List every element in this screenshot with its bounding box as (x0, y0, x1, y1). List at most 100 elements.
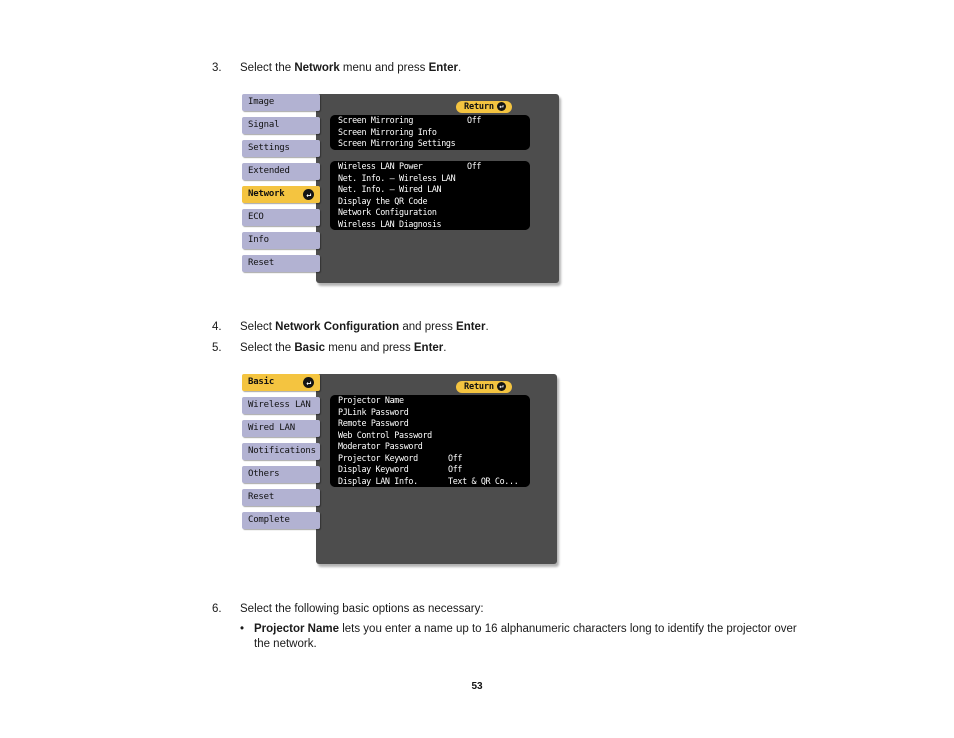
menu-item-label: PJLink Password (338, 406, 409, 417)
menu-item-projector-name[interactable]: Projector Name (330, 395, 530, 407)
return-button[interactable]: Return ↵ (456, 381, 512, 393)
menu-item-wireless-lan-diagnosis[interactable]: Wireless LAN Diagnosis (330, 218, 530, 230)
basic-menu-tab-list: Basic ↵ Wireless LAN Wired LAN Notificat… (242, 374, 320, 535)
tab-info[interactable]: Info (242, 232, 320, 249)
tab-complete[interactable]: Complete (242, 512, 320, 529)
menu-item-pjlink-password[interactable]: PJLink Password (330, 406, 530, 418)
return-button-label: Return (464, 382, 494, 392)
step-4-text: Select Network Configuration and press E… (240, 319, 662, 335)
enter-icon: ↵ (496, 382, 506, 391)
step-4-mid: and press (399, 321, 457, 333)
menu-item-label: Projector Keyword (338, 452, 418, 463)
menu-item-display-the-qr-code[interactable]: Display the QR Code (330, 195, 530, 207)
menu-item-value: Text & QR Co... (448, 475, 519, 486)
menu-item-label: Screen Mirroring Info (338, 126, 437, 137)
tab-eco[interactable]: ECO (242, 209, 320, 226)
menu-item-projector-keyword[interactable]: Projector Keyword Off (330, 452, 530, 464)
menu-item-label: Net. Info. – Wireless LAN (338, 172, 456, 183)
menu-item-label: Wireless LAN Power (338, 161, 423, 171)
tab-signal[interactable]: Signal (242, 117, 320, 134)
tab-reset-label: Reset (248, 258, 275, 268)
tab-network[interactable]: Network ↵ (242, 186, 320, 203)
tab-eco-label: ECO (248, 212, 264, 222)
return-button[interactable]: Return ↵ (456, 101, 512, 113)
menu-item-display-keyword[interactable]: Display Keyword Off (330, 464, 530, 476)
step-5-prefix: Select the (240, 342, 295, 354)
menu-item-moderator-password[interactable]: Moderator Password (330, 441, 530, 453)
tab-reset[interactable]: Reset (242, 255, 320, 272)
tab-wired-lan-label: Wired LAN (248, 423, 295, 433)
step-3-number: 3. (212, 62, 222, 74)
tab-wireless-lan[interactable]: Wireless LAN (242, 397, 320, 414)
tab-settings-label: Settings (248, 143, 290, 153)
step-3-mid: menu and press (339, 62, 429, 74)
tab-image-label: Image (248, 97, 275, 107)
menu-item-label: Projector Name (338, 395, 404, 405)
menu-item-web-control-password[interactable]: Web Control Password (330, 429, 530, 441)
tab-basic[interactable]: Basic ↵ (242, 374, 320, 391)
menu-item-screen-mirroring[interactable]: Screen Mirroring Off (330, 115, 530, 127)
menu-item-screen-mirroring-info[interactable]: Screen Mirroring Info (330, 126, 530, 138)
step-4-prefix: Select (240, 321, 276, 333)
tab-image[interactable]: Image (242, 94, 320, 111)
basic-menu-group-1: Projector Name PJLink Password Remote Pa… (330, 395, 530, 487)
tab-others-label: Others (248, 469, 280, 479)
tab-wired-lan[interactable]: Wired LAN (242, 420, 320, 437)
menu-item-label: Screen Mirroring Settings (338, 138, 456, 148)
menu-item-label: Network Configuration (338, 207, 437, 217)
menu-item-value: Off (467, 161, 482, 171)
menu-item-screen-mirroring-settings[interactable]: Screen Mirroring Settings (330, 138, 530, 150)
step-5-number: 5. (212, 342, 222, 354)
menu-item-wireless-lan-power[interactable]: Wireless LAN Power Off (330, 161, 530, 173)
step-3-text: Select the Network menu and press Enter. (240, 60, 632, 76)
menu-item-net-info-wireless-lan[interactable]: Net. Info. – Wireless LAN (330, 172, 530, 184)
tab-others[interactable]: Others (242, 466, 320, 483)
step-5-mid: menu and press (325, 342, 414, 354)
step-4-bold-network-configuration: Network Configuration (275, 321, 400, 333)
network-menu-screenshot: Image Signal Settings Extended Network ↵… (242, 94, 562, 286)
step-5-text: Select the Basic menu and press Enter. (240, 340, 662, 356)
menu-item-label: Display LAN Info. (338, 475, 418, 486)
menu-item-label: Net. Info. – Wired LAN (338, 184, 442, 194)
enter-icon: ↵ (303, 189, 314, 200)
tab-settings[interactable]: Settings (242, 140, 320, 157)
tab-notifications-label: Notifications (248, 446, 316, 456)
bullet-projector-name: • Projector Name lets you enter a name u… (240, 622, 800, 652)
bullet-bold-projector-name: Projector Name (254, 623, 340, 635)
menu-item-label: Remote Password (338, 418, 409, 428)
network-menu-group-2: Wireless LAN Power Off Net. Info. – Wire… (330, 161, 530, 230)
step-5-bold-enter: Enter (413, 342, 444, 354)
step-3: 3. Select the Network menu and press Ent… (212, 60, 632, 76)
menu-item-network-configuration[interactable]: Network Configuration (330, 207, 530, 219)
tab-reset-label: Reset (248, 492, 275, 502)
menu-item-display-lan-info[interactable]: Display LAN Info. Text & QR Co... (330, 475, 530, 487)
tab-reset[interactable]: Reset (242, 489, 320, 506)
tab-basic-label: Basic (248, 377, 275, 387)
bullet-marker: • (240, 623, 245, 635)
menu-item-net-info-wired-lan[interactable]: Net. Info. – Wired LAN (330, 184, 530, 196)
menu-item-label: Screen Mirroring (338, 115, 414, 125)
tab-extended[interactable]: Extended (242, 163, 320, 180)
enter-icon: ↵ (496, 102, 506, 111)
enter-icon: ↵ (303, 377, 314, 388)
step-6-number: 6. (212, 603, 222, 615)
return-button-label: Return (464, 102, 494, 112)
tab-complete-label: Complete (248, 515, 290, 525)
tab-notifications[interactable]: Notifications (242, 443, 320, 460)
menu-item-remote-password[interactable]: Remote Password (330, 418, 530, 430)
step-3-suffix: . (457, 62, 462, 74)
step-3-prefix: Select the (240, 62, 295, 74)
step-5-suffix: . (443, 342, 447, 354)
tab-signal-label: Signal (248, 120, 280, 130)
network-menu-tab-list: Image Signal Settings Extended Network ↵… (242, 94, 320, 278)
tab-info-label: Info (248, 235, 269, 245)
step-5: 5. Select the Basic menu and press Enter… (212, 340, 662, 356)
menu-item-label: Web Control Password (338, 429, 432, 440)
step-4-number: 4. (212, 321, 222, 333)
menu-item-value: Off (448, 464, 463, 474)
menu-item-value: Off (448, 452, 463, 463)
tab-wireless-lan-label: Wireless LAN (248, 400, 311, 410)
step-3-bold-network: Network (294, 62, 340, 74)
network-menu-group-1: Screen Mirroring Off Screen Mirroring In… (330, 115, 530, 150)
menu-item-label: Display Keyword (338, 464, 409, 474)
